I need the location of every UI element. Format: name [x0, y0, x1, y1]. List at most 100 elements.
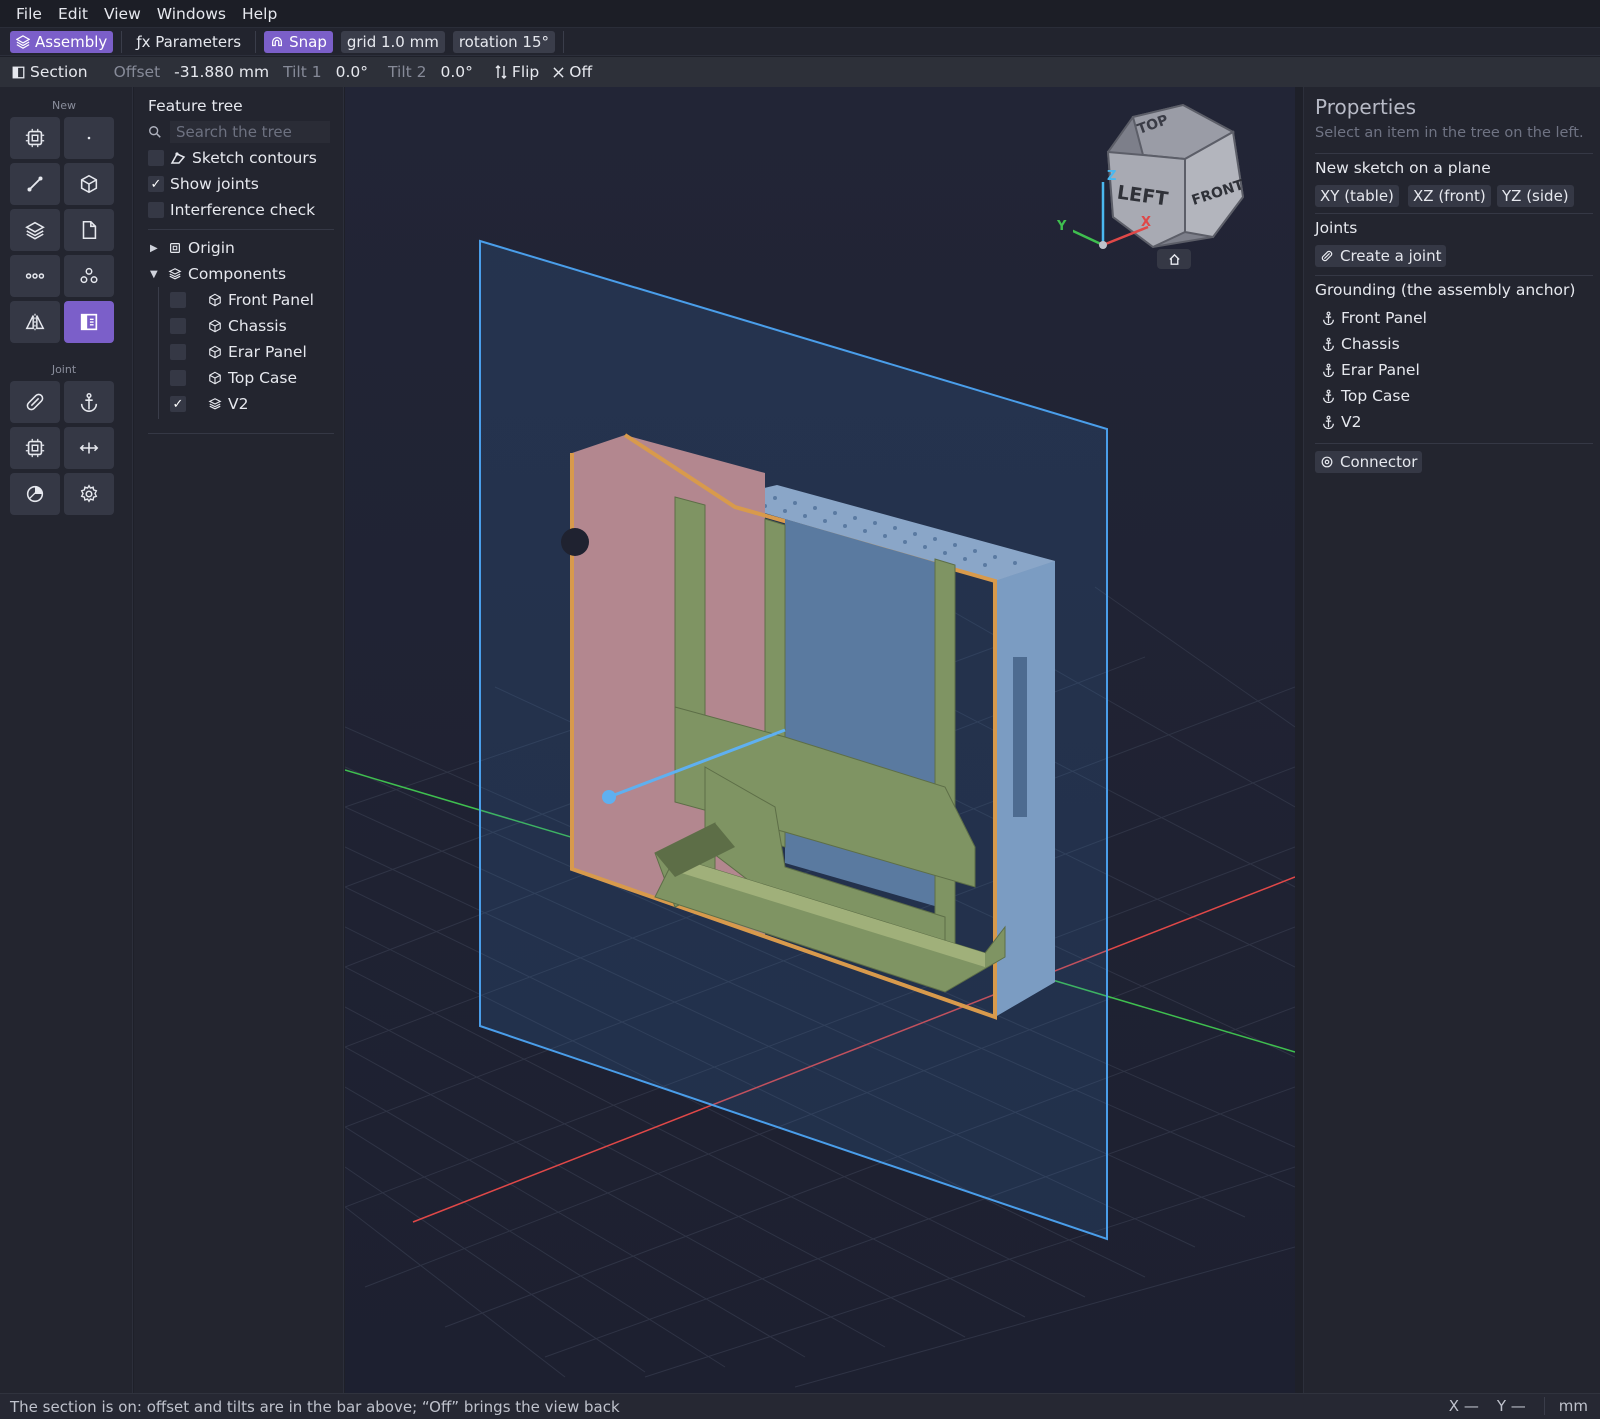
visibility-checkbox[interactable]: ✓	[170, 396, 186, 412]
plane-xy-button[interactable]: XY (table)	[1315, 185, 1399, 207]
anchor-icon	[1323, 415, 1334, 429]
rigid-group-tool[interactable]	[10, 427, 60, 469]
ground-tool[interactable]	[64, 381, 114, 423]
menu-edit[interactable]: Edit	[50, 5, 96, 23]
parameters-button[interactable]: ƒx Parameters	[130, 31, 247, 53]
section-off-button[interactable]: Off	[553, 63, 592, 81]
collapse-arrow-icon[interactable]: ▼	[150, 269, 162, 280]
offset-field[interactable]: -31.880 mm	[174, 63, 269, 81]
ground-item-top-case[interactable]: Top Case	[1322, 385, 1410, 407]
box-tool[interactable]	[64, 163, 114, 205]
tree-node-origin[interactable]: ▶ Origin	[150, 237, 235, 259]
sketch-contours-checkbox[interactable]	[148, 150, 164, 166]
properties-divider	[1315, 153, 1593, 154]
tilt1-label: Tilt 1	[283, 63, 322, 81]
section-icon	[12, 66, 25, 78]
menu-help[interactable]: Help	[234, 5, 285, 23]
status-y: Y —	[1496, 1397, 1526, 1415]
rotation-step-field[interactable]: rotation 15°	[452, 30, 556, 53]
create-joint-button[interactable]: Create a joint	[1315, 245, 1447, 267]
viewport-canvas[interactable]	[345, 87, 1295, 1393]
properties-panel: Properties Select an item in the tree on…	[1303, 87, 1600, 1393]
plane-xz-button[interactable]: XZ (front)	[1408, 185, 1491, 207]
new-component-tool[interactable]	[10, 117, 60, 159]
plane-yz-button[interactable]: YZ (side)	[1497, 185, 1574, 207]
home-view-button[interactable]	[1157, 249, 1191, 269]
tree-item-erar-panel[interactable]: Erar Panel	[170, 341, 307, 363]
tree-search	[148, 121, 334, 143]
option-show-joints[interactable]: ✓ Show joints	[148, 173, 259, 195]
menu-file[interactable]: File	[8, 5, 50, 23]
ground-item-front-panel[interactable]: Front Panel	[1322, 307, 1427, 329]
settings-tool[interactable]	[64, 473, 114, 515]
ground-item-erar-panel[interactable]: Erar Panel	[1322, 359, 1420, 381]
pattern-tool[interactable]	[10, 255, 60, 297]
document-tool[interactable]	[64, 209, 114, 251]
option-interference-check[interactable]: Interference check	[148, 199, 315, 221]
cube-icon	[80, 174, 98, 194]
snap-label: Snap	[289, 32, 327, 51]
layers-icon	[25, 221, 45, 240]
3d-viewport[interactable]: TOP LEFT FRONT Z Y X	[345, 87, 1295, 1393]
flip-button[interactable]: Flip	[495, 63, 539, 81]
joint-icon	[1321, 250, 1333, 262]
document-icon	[82, 220, 97, 240]
tree-item-chassis[interactable]: Chassis	[170, 315, 287, 337]
tilt2-label: Tilt 2	[388, 63, 427, 81]
assembly-button[interactable]: Assembly	[10, 30, 114, 53]
tree-item-top-case[interactable]: Top Case	[170, 367, 297, 389]
close-icon	[553, 66, 564, 78]
menu-view[interactable]: View	[96, 5, 149, 23]
section-toggle[interactable]: Section	[12, 63, 88, 81]
home-icon	[1168, 253, 1180, 265]
y-axis-indicator	[1057, 222, 1104, 247]
mirror-tool[interactable]	[10, 301, 60, 343]
tree-node-components[interactable]: ▼ Components	[150, 263, 286, 285]
ground-item-label: Front Panel	[1341, 309, 1427, 327]
layers-icon	[168, 268, 182, 280]
visibility-checkbox[interactable]	[170, 370, 186, 386]
status-unit[interactable]: mm	[1543, 1397, 1588, 1415]
circles-icon	[80, 267, 98, 284]
view-cube[interactable]: TOP LEFT FRONT Z Y X	[1057, 97, 1263, 269]
tilt1-field[interactable]: 0.0°	[336, 63, 368, 81]
point-icon	[87, 136, 91, 140]
circular-pattern-tool[interactable]	[64, 255, 114, 297]
anchor-icon	[1323, 363, 1334, 377]
ground-item-label: V2	[1341, 413, 1362, 431]
component-frame-icon	[25, 128, 45, 148]
joint-tool[interactable]	[10, 381, 60, 423]
interference-check-checkbox[interactable]	[148, 202, 164, 218]
create-joint-label: Create a joint	[1340, 247, 1442, 265]
ground-item-v2[interactable]: V2	[1322, 411, 1361, 433]
show-joints-checkbox[interactable]: ✓	[148, 176, 164, 192]
tilt2-field[interactable]: 0.0°	[441, 63, 473, 81]
section-bar: Section Offset -31.880 mm Tilt 1 0.0° Ti…	[0, 57, 1600, 87]
layers-tool[interactable]	[10, 209, 60, 251]
status-coordinates: X — Y — mm	[1449, 1397, 1588, 1415]
option-sketch-contours[interactable]: Sketch contours	[148, 147, 317, 169]
move-tool[interactable]	[64, 427, 114, 469]
tree-guide-line	[158, 287, 159, 419]
ground-item-chassis[interactable]: Chassis	[1322, 333, 1400, 355]
expand-arrow-icon[interactable]: ▶	[150, 243, 162, 254]
snap-toggle[interactable]: Snap	[264, 30, 333, 53]
anchor-icon	[1323, 389, 1334, 403]
line-tool[interactable]	[10, 163, 60, 205]
tree-item-v2[interactable]: ✓ V2	[170, 393, 248, 415]
ground-item-label: Chassis	[1341, 335, 1400, 353]
tree-search-input[interactable]	[170, 121, 330, 143]
section-view-tool[interactable]	[64, 301, 114, 343]
point-tool[interactable]	[64, 117, 114, 159]
grid-size-field[interactable]: grid 1.0 mm	[340, 30, 445, 53]
tree-item-front-panel[interactable]: Front Panel	[170, 289, 314, 311]
menu-windows[interactable]: Windows	[149, 5, 234, 23]
visibility-checkbox[interactable]	[170, 292, 186, 308]
connector-button[interactable]: Connector	[1315, 451, 1423, 473]
analysis-tool[interactable]	[10, 473, 60, 515]
origin-label: Origin	[188, 239, 235, 257]
visibility-checkbox[interactable]	[170, 344, 186, 360]
visibility-checkbox[interactable]	[170, 318, 186, 334]
status-x: X —	[1448, 1397, 1479, 1415]
palette-joint-label: Joint	[51, 363, 77, 376]
